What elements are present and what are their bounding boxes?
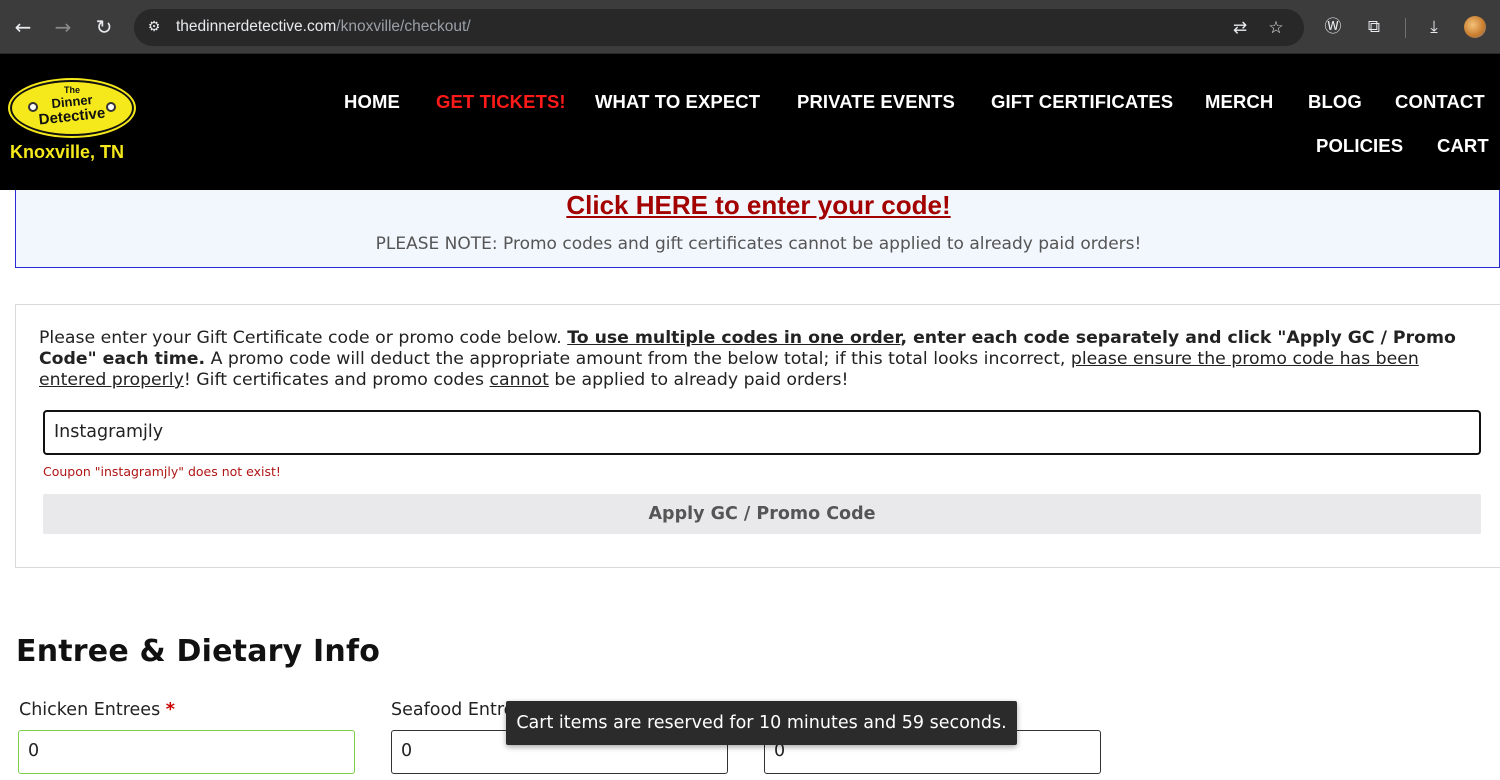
reload-icon[interactable]: ↻: [91, 14, 117, 40]
coupon-text-4: A promo code will deduct the appropriate…: [205, 349, 1071, 369]
nav-what-to-expect[interactable]: WHAT TO EXPECT: [595, 91, 760, 113]
section-title-entree: Entree & Dietary Info: [16, 634, 381, 669]
site-logo[interactable]: The Dinner Detective: [10, 80, 134, 136]
coupon-text-6: ! Gift certificates and promo codes: [183, 370, 490, 390]
site-info-icon[interactable]: ⚙: [144, 17, 164, 37]
bookmark-star-icon[interactable]: ☆: [1265, 17, 1287, 39]
wordpress-icon[interactable]: Ⓦ: [1321, 15, 1345, 39]
download-icon[interactable]: ⤓: [1422, 15, 1446, 39]
nav-merch[interactable]: MERCH: [1205, 91, 1273, 113]
site-header: The Dinner Detective Knoxville, TN HOME …: [0, 54, 1500, 190]
nav-cart[interactable]: CART: [1437, 135, 1489, 157]
coupon-instructions: Please enter your Gift Certificate code …: [39, 328, 1479, 391]
enter-code-link[interactable]: Click HERE to enter your code!: [16, 190, 1500, 221]
profile-avatar[interactable]: [1464, 16, 1486, 38]
nav-contact[interactable]: CONTACT: [1395, 91, 1485, 113]
coupon-code-input[interactable]: Instagramjly: [43, 410, 1481, 455]
chicken-entrees-label: Chicken Entrees *: [19, 700, 175, 720]
coupon-text-multiple-codes: To use multiple codes in one order: [567, 328, 901, 348]
required-asterisk: *: [165, 700, 175, 720]
back-icon[interactable]: ←: [10, 14, 36, 40]
promo-banner: Click HERE to enter your code! PLEASE NO…: [15, 190, 1500, 268]
chicken-label-text: Chicken Entrees: [19, 700, 161, 720]
city-label: Knoxville, TN: [10, 142, 125, 162]
nav-gift-certificates[interactable]: GIFT CERTIFICATES: [991, 91, 1173, 113]
browser-toolbar: ← → ↻ ⚙ thedinnerdetective.com/knoxville…: [0, 0, 1500, 54]
forward-icon[interactable]: →: [50, 14, 76, 40]
address-bar[interactable]: ⚙ thedinnerdetective.com/knoxville/check…: [134, 9, 1304, 46]
apply-code-button[interactable]: Apply GC / Promo Code: [43, 494, 1481, 534]
coupon-error-message: Coupon "instagramjly" does not exist!: [43, 464, 281, 479]
cart-reservation-toast: Cart items are reserved for 10 minutes a…: [506, 701, 1017, 745]
logo-text: The Dinner Detective: [10, 80, 134, 136]
nav-blog[interactable]: BLOG: [1308, 91, 1362, 113]
promo-note: PLEASE NOTE: Promo codes and gift certif…: [375, 234, 1142, 254]
coupon-text-cannot: cannot: [489, 370, 549, 390]
toolbar-separator: [1405, 18, 1406, 38]
coupon-text-8: be applied to already paid orders!: [548, 370, 849, 390]
nav-private-events[interactable]: PRIVATE EVENTS: [797, 91, 955, 113]
chicken-entrees-input[interactable]: 0: [18, 730, 355, 774]
url-text[interactable]: thedinnerdetective.com/knoxville/checkou…: [176, 18, 471, 36]
coupon-panel: Please enter your Gift Certificate code …: [15, 304, 1500, 568]
extensions-icon[interactable]: ⧉: [1362, 15, 1386, 39]
seafood-entrees-label: Seafood Entre: [391, 700, 515, 720]
nav-home[interactable]: HOME: [344, 91, 400, 113]
translate-icon[interactable]: ⇄: [1229, 17, 1251, 39]
nav-policies[interactable]: POLICIES: [1316, 135, 1403, 157]
coupon-text-1: Please enter your Gift Certificate code …: [39, 328, 568, 348]
nav-get-tickets[interactable]: GET TICKETS!: [436, 91, 566, 113]
